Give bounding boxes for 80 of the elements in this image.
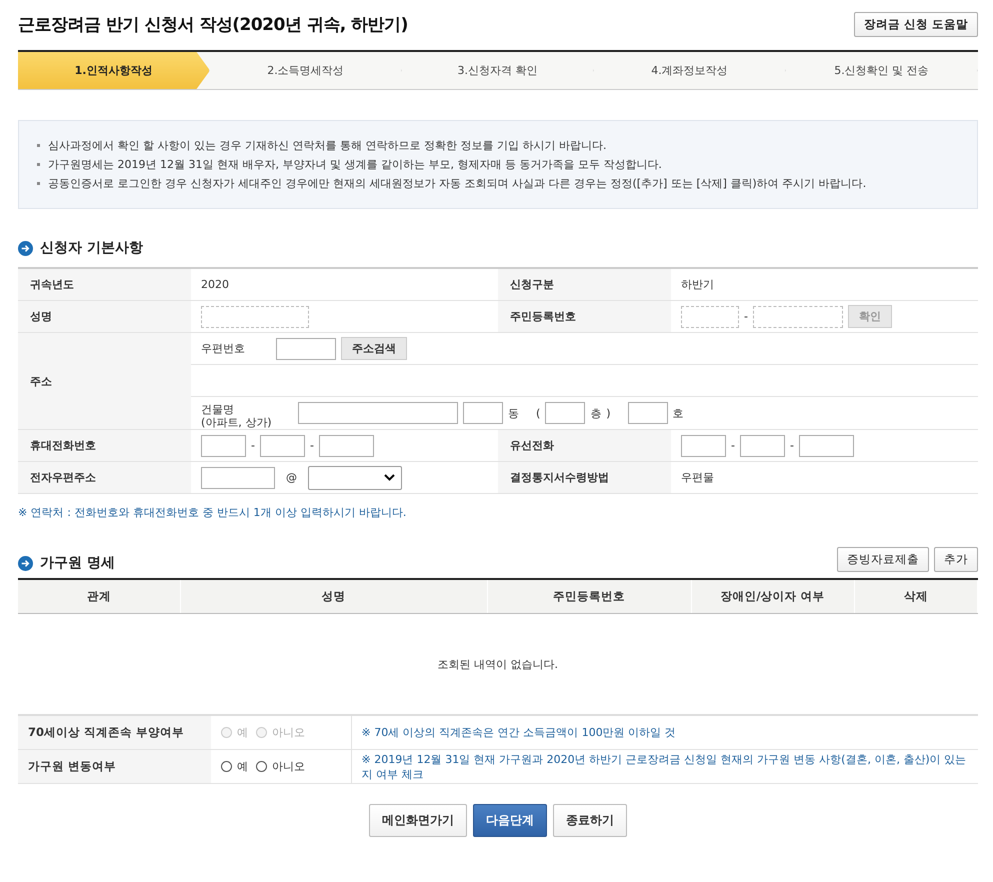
footer-button[interactable]: 메인화면가기 bbox=[369, 804, 467, 837]
empty-message: 조회된 내역이 없습니다. bbox=[438, 658, 558, 670]
unit-label: 동 bbox=[508, 406, 519, 420]
question-note: ※ 2019년 12월 31일 현재 가구원과 2020년 하반기 근로장려금 신청일 현재의 가구원 변동 사항(결혼, 이혼, 출산)이 있는지 여부 체크 bbox=[362, 752, 968, 782]
field-label: (아파트, 상가) bbox=[201, 416, 273, 429]
separator: - bbox=[310, 439, 314, 452]
step-tab[interactable]: 3.신청자격 확인 bbox=[402, 52, 594, 89]
field-label: 건물명 bbox=[201, 403, 235, 416]
phone-field[interactable] bbox=[681, 434, 726, 456]
step-tab[interactable]: 5.신청확인 및 전송 bbox=[786, 52, 978, 89]
family-action-button[interactable]: 추가 bbox=[934, 547, 978, 572]
phone-field[interactable] bbox=[318, 434, 374, 456]
field-label: 주소 bbox=[30, 374, 52, 388]
notice-text: 가구원명세는 2019년 12월 31일 현재 배우자, 부양자녀 및 생계를 같이하는 부모, 형제자매 등 동거가족을 모두 작성합니다. bbox=[48, 157, 662, 173]
field-label: 유선전화 bbox=[510, 439, 554, 452]
column-header: 장애인/상이자 여부 bbox=[720, 589, 825, 603]
question-note: ※ 70세 이상의 직계존속은 연간 소득금액이 100만원 이하일 것 bbox=[362, 725, 677, 740]
radio-button[interactable] bbox=[221, 761, 232, 772]
email-field[interactable] bbox=[201, 466, 275, 488]
paren: ) bbox=[606, 406, 611, 420]
unit-label: 층 bbox=[590, 406, 602, 420]
field-label: 결정통지서수령방법 bbox=[510, 471, 609, 484]
domain-select[interactable] bbox=[308, 466, 402, 490]
field-label: 전자우편주소 bbox=[30, 471, 96, 484]
footer-button[interactable]: 다음단계 bbox=[473, 804, 547, 837]
rrn-field[interactable] bbox=[752, 306, 843, 328]
contact-note: ※ 연락처 : 전화번호와 휴대전화번호 중 반드시 1개 이상 입력하시기 바랍니다. bbox=[18, 505, 408, 520]
name-field[interactable] bbox=[201, 306, 309, 328]
radio-button[interactable] bbox=[256, 761, 267, 772]
building-field[interactable] bbox=[298, 402, 458, 424]
arrow-circle-icon bbox=[18, 240, 33, 256]
field-value: 2020 bbox=[201, 278, 229, 291]
column-header: 성명 bbox=[322, 589, 346, 603]
unit-label: 호 bbox=[672, 406, 684, 420]
column-header: 삭제 bbox=[904, 589, 928, 603]
question-label: 가구원 변동여부 bbox=[28, 759, 116, 773]
field-value: 하반기 bbox=[681, 278, 714, 291]
paren: ( bbox=[536, 406, 540, 420]
step-tab[interactable]: 1.인적사항작성 bbox=[18, 52, 210, 89]
notice-text: 공동인증서로 로그인한 경우 신청자가 세대주인 경우에만 현재의 세대원정보가 자동 조회되며 사실과 다른 경우는 정정([추가] 또는 [삭제] 클릭)하여 주시기 바랍니다. bbox=[48, 176, 866, 192]
page-title: 근로장려금 반기 신청서 작성(2020년 귀속, 하반기) bbox=[18, 14, 408, 36]
separator: - bbox=[790, 439, 794, 452]
radio-label: 예 bbox=[237, 759, 248, 774]
dong-field[interactable] bbox=[463, 402, 503, 424]
arrow-circle-icon bbox=[18, 556, 33, 570]
phone-field[interactable] bbox=[740, 434, 785, 456]
chevron-down-icon bbox=[384, 474, 395, 481]
radio-label: 아니오 bbox=[272, 759, 305, 774]
separator: - bbox=[251, 439, 255, 452]
section-title: 신청자 기본사항 bbox=[40, 239, 143, 257]
field-label: 귀속년도 bbox=[30, 278, 74, 291]
column-header: 주민등록번호 bbox=[553, 589, 625, 603]
at-sign: @ bbox=[286, 471, 297, 484]
step-tab[interactable]: 4.계좌정보작성 bbox=[594, 52, 786, 89]
column-header: 관계 bbox=[86, 589, 111, 603]
rrn-field[interactable] bbox=[681, 306, 739, 328]
section-title: 가구원 명세 bbox=[40, 554, 115, 572]
footer-button[interactable]: 종료하기 bbox=[553, 804, 627, 837]
floor-field[interactable] bbox=[545, 402, 586, 424]
field-label: 우편번호 bbox=[201, 341, 246, 356]
help-button[interactable]: 장려금 신청 도움말 bbox=[854, 12, 978, 36]
postcode-field[interactable] bbox=[276, 338, 336, 360]
family-action-button[interactable]: 증빙자료제출 bbox=[837, 547, 929, 572]
phone-field[interactable] bbox=[798, 434, 854, 456]
field-label: 주민등록번호 bbox=[510, 310, 576, 323]
phone-field[interactable] bbox=[260, 434, 305, 456]
field-label: 휴대전화번호 bbox=[30, 439, 96, 452]
ho-field[interactable] bbox=[628, 402, 668, 424]
field-label: 신청구분 bbox=[510, 278, 554, 291]
question-label: 70세이상 직계존속 부양여부 bbox=[28, 725, 184, 739]
separator: - bbox=[744, 310, 748, 323]
field-value: 우편물 bbox=[681, 471, 714, 484]
radio-label: 예 bbox=[237, 725, 248, 740]
notice-text: 심사과정에서 확인 할 사항이 있는 경우 기재하신 연락처를 통해 연락하므로 정확한 정보를 기입 하시기 바랍니다. bbox=[48, 138, 606, 154]
step-tab[interactable]: 2.소득명세작성 bbox=[210, 52, 402, 89]
field-label: 성명 bbox=[30, 310, 52, 323]
radio-label: 아니오 bbox=[272, 725, 305, 740]
phone-field[interactable] bbox=[201, 434, 246, 456]
separator: - bbox=[731, 439, 735, 452]
address-search-button[interactable]: 주소검색 bbox=[341, 337, 407, 360]
